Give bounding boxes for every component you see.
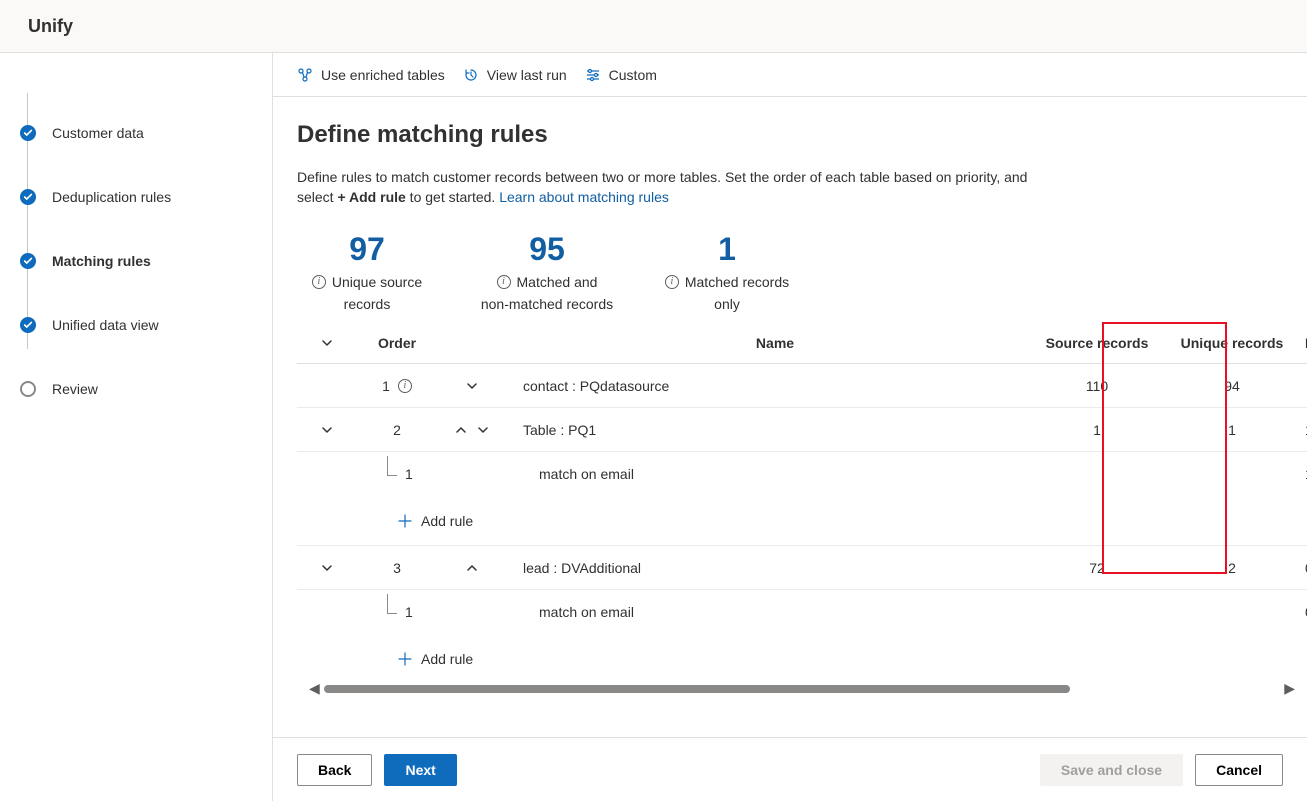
info-icon[interactable]: i	[312, 275, 326, 289]
step-label: Customer data	[52, 125, 144, 141]
page-header: Unify	[0, 0, 1307, 53]
stepper-sidebar: Customer data Deduplication rules Matchi…	[0, 53, 273, 801]
step-deduplication-rules[interactable]: Deduplication rules	[20, 165, 272, 229]
chevron-down-icon[interactable]	[476, 423, 490, 437]
check-icon	[20, 317, 36, 333]
chevron-down-icon[interactable]	[465, 379, 479, 393]
page-title: Define matching rules	[297, 121, 1307, 149]
check-icon	[20, 125, 36, 141]
table-subrow: 1 match on email 0%	[297, 590, 1307, 634]
chevron-down-icon[interactable]	[320, 336, 334, 350]
table-subrow: 1 match on email 100.0%	[297, 452, 1307, 496]
col-source: Source records	[1027, 335, 1167, 351]
step-label: Review	[52, 381, 98, 397]
add-rule-button[interactable]: Add rule	[397, 651, 473, 667]
scroll-left-icon[interactable]: ◀	[309, 680, 320, 697]
table-row: 3 lead : DVAdditional 72 2 0% matche	[297, 546, 1307, 590]
settings-sliders-icon	[585, 67, 601, 83]
check-icon	[20, 253, 36, 269]
custom-button[interactable]: Custom	[585, 67, 657, 83]
col-unique: Unique records	[1167, 335, 1297, 351]
use-enriched-tables-button[interactable]: Use enriched tables	[297, 67, 445, 83]
save-and-close-button: Save and close	[1040, 754, 1183, 786]
toolbar: Use enriched tables View last run Custom	[273, 53, 1307, 97]
stat-unique-source: 97 iUnique source records	[297, 231, 437, 314]
step-unified-data-view[interactable]: Unified data view	[20, 293, 272, 357]
chevron-up-icon[interactable]	[454, 423, 468, 437]
chevron-up-icon[interactable]	[465, 561, 479, 575]
add-rule-row: Add rule	[297, 634, 1307, 680]
history-icon	[463, 67, 479, 83]
back-button[interactable]: Back	[297, 754, 372, 786]
col-match: Records ma	[1297, 335, 1307, 351]
scroll-right-icon[interactable]: ▶	[1284, 680, 1295, 697]
col-name: Name	[507, 335, 1027, 351]
horizontal-scrollbar[interactable]: ◀ ▶	[297, 680, 1307, 697]
plus-icon	[397, 513, 413, 529]
step-customer-data[interactable]: Customer data	[20, 101, 272, 165]
rules-table: Order Name Source records Unique records…	[297, 322, 1307, 680]
step-review[interactable]: Review	[20, 357, 272, 421]
info-icon[interactable]: i	[665, 275, 679, 289]
chevron-down-icon[interactable]	[320, 423, 334, 437]
step-label: Matching rules	[52, 253, 151, 269]
header-title: Unify	[28, 16, 73, 37]
table-row: 2 Table : PQ1 1 1 100.0% ma	[297, 408, 1307, 452]
stat-matched-only: 1 iMatched records only	[657, 231, 797, 314]
table-row: 1 i contact : PQdatasource 110 94	[297, 364, 1307, 408]
next-button[interactable]: Next	[384, 754, 456, 786]
scrollbar-thumb[interactable]	[324, 685, 1070, 693]
add-rule-button[interactable]: Add rule	[397, 513, 473, 529]
learn-link[interactable]: Learn about matching rules	[499, 189, 669, 205]
step-label: Deduplication rules	[52, 189, 171, 205]
empty-circle-icon	[20, 381, 36, 397]
stat-matched-nonmatched: 95 iMatched and non-matched records	[477, 231, 617, 314]
plus-icon	[397, 651, 413, 667]
step-matching-rules[interactable]: Matching rules	[20, 229, 272, 293]
add-rule-row: Add rule	[297, 496, 1307, 546]
chevron-down-icon[interactable]	[320, 561, 334, 575]
info-icon[interactable]: i	[497, 275, 511, 289]
footer-bar: Back Next Save and close Cancel	[273, 737, 1307, 801]
step-label: Unified data view	[52, 317, 159, 333]
cancel-button[interactable]: Cancel	[1195, 754, 1283, 786]
check-icon	[20, 189, 36, 205]
col-order: Order	[357, 335, 437, 351]
enriched-tables-icon	[297, 67, 313, 83]
page-description: Define rules to match customer records b…	[297, 167, 1037, 207]
info-icon[interactable]: i	[398, 379, 412, 393]
view-last-run-button[interactable]: View last run	[463, 67, 567, 83]
table-header-row: Order Name Source records Unique records…	[297, 322, 1307, 364]
stats-row: 97 iUnique source records 95 iMatched an…	[297, 231, 1307, 314]
